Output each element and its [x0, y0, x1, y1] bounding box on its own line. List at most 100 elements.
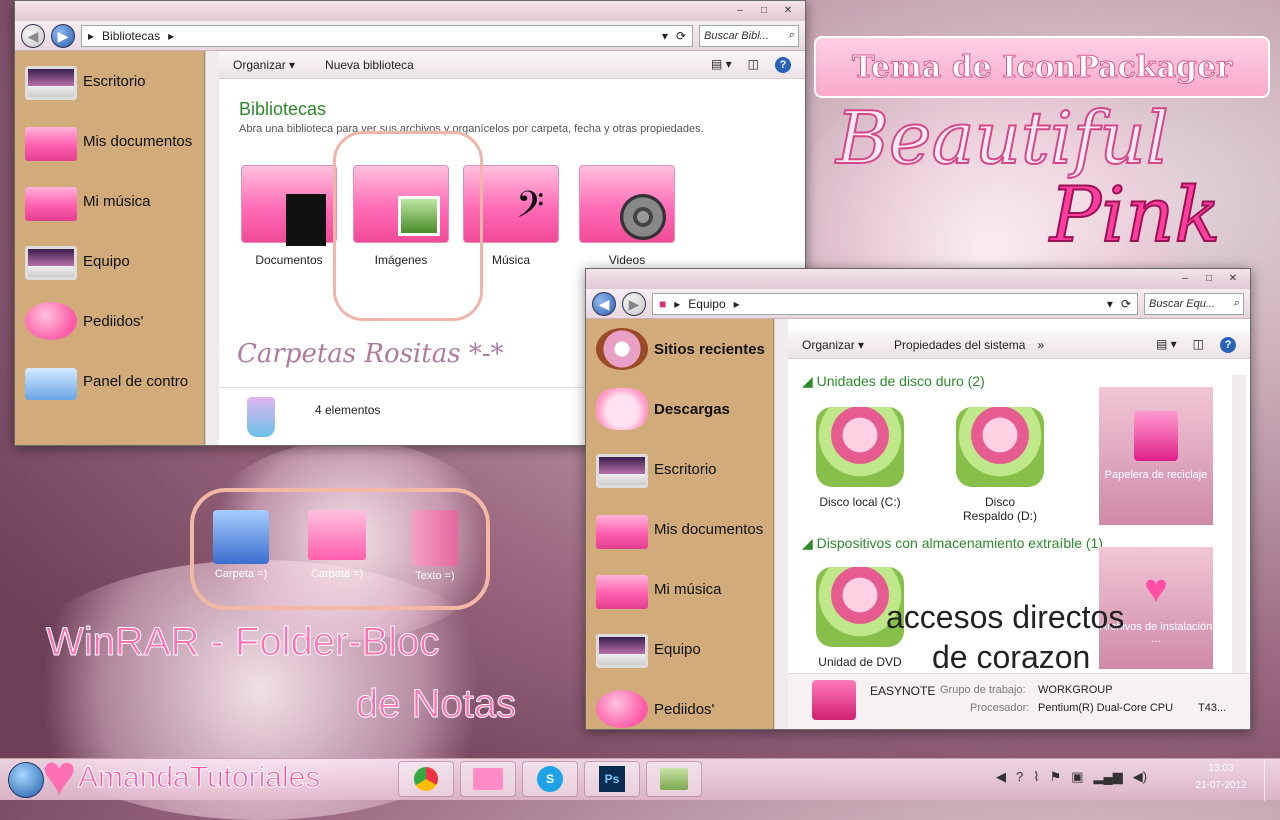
documents-folder-icon	[241, 165, 337, 246]
sidebar-item-musica[interactable]: Mi música	[15, 171, 204, 231]
close-button[interactable]: ✕	[1222, 272, 1244, 286]
drive-icon	[956, 407, 1044, 487]
status-bar: 4 elementos	[219, 387, 619, 445]
sidebar-item-equipo[interactable]: Equipo	[586, 619, 773, 679]
notas-caption: de Notas	[355, 682, 517, 727]
organize-button[interactable]: Organizar ▾	[802, 338, 864, 352]
monitor-icon	[25, 66, 77, 100]
winrar-caption: WinRAR - Folder-Bloc	[45, 620, 440, 665]
clock-time: 13:03	[1208, 763, 1234, 774]
refresh-icon[interactable]: ⟳	[1121, 297, 1131, 311]
workgroup-label: Grupo de trabajo:	[940, 684, 1026, 696]
sidebar-item-recientes[interactable]: Sitios recientes	[586, 319, 773, 379]
recycle-bin-icon	[1134, 411, 1178, 461]
power-icon[interactable]: ▣	[1071, 769, 1083, 785]
drive-d[interactable]: Disco Respaldo (D:)	[940, 407, 1060, 523]
taskbar-notes[interactable]	[646, 761, 702, 797]
volume-icon[interactable]: ◀)	[1133, 769, 1147, 785]
taskbar: ♥ AmandaTutoriales S Ps ◀ ? ⌇ ⚑ ▣ ▂▄▆ ◀)…	[0, 747, 1280, 805]
recycle-bin[interactable]: Papelera de reciclaje	[1099, 387, 1213, 525]
view-icon[interactable]: ▤ ▾	[711, 57, 732, 73]
show-desktop-button[interactable]	[1264, 759, 1280, 801]
new-library-button[interactable]: Nueva biblioteca	[325, 58, 414, 72]
desktop-icon-notes[interactable]: Texto =)	[402, 510, 468, 582]
sidebar-item-escritorio[interactable]: Escritorio	[586, 439, 773, 499]
heart-logo-icon: ♥	[42, 743, 77, 808]
sidebar-item-documentos[interactable]: Mis documentos	[586, 499, 773, 559]
back-button[interactable]: ◀	[21, 23, 45, 48]
minimize-button[interactable]: –	[729, 4, 751, 18]
computer-pink-icon	[812, 680, 856, 720]
sidebar-item-descargas[interactable]: Descargas	[586, 379, 773, 439]
item-count: 4 elementos	[315, 402, 381, 417]
sidebar-scrollbar[interactable]	[774, 319, 788, 729]
back-button[interactable]: ◀	[592, 291, 616, 316]
help-icon[interactable]: ?	[775, 56, 791, 73]
section-header-removable[interactable]: ◢ Dispositivos con almacenamiento extraí…	[802, 535, 1103, 552]
desktop-icon-folder[interactable]: Carpeta =)	[304, 510, 370, 580]
forward-button[interactable]: ▶	[622, 291, 646, 316]
signal-icon[interactable]: ▂▄▆	[1094, 769, 1123, 785]
breadcrumb[interactable]: Bibliotecas	[102, 29, 160, 43]
search-input[interactable]: Buscar Bibl... ⌕	[699, 24, 799, 47]
corazon-caption: de corazon	[932, 639, 1091, 675]
taskbar-photoshop[interactable]: Ps	[584, 761, 640, 797]
organize-button[interactable]: Organizar ▾	[233, 58, 295, 72]
network-activity-icon[interactable]: ⌇	[1033, 769, 1039, 785]
accesos-caption: accesos directos	[886, 599, 1125, 635]
folder-icon	[473, 768, 503, 790]
library-documentos[interactable]: Documentos	[241, 165, 337, 267]
drive-c[interactable]: Disco local (C:)	[800, 407, 920, 509]
donut-icon	[596, 328, 648, 370]
sidebar-scrollbar[interactable]	[205, 51, 219, 445]
maximize-button[interactable]: □	[1198, 272, 1220, 286]
sidebar: Escritorio Mis documentos Mi música Equi…	[15, 51, 205, 445]
system-properties-button[interactable]: Propiedades del sistema	[894, 338, 1025, 352]
desktop-icon-bag[interactable]: Carpeta =)	[208, 510, 274, 580]
view-icon[interactable]: ▤ ▾	[1156, 337, 1177, 353]
sidebar-item-equipo[interactable]: Equipo	[15, 231, 204, 291]
close-button[interactable]: ✕	[777, 4, 799, 18]
address-field[interactable]: ■ ▸ Equipo ▸ ▾ ⟳	[652, 292, 1138, 315]
preview-pane-icon[interactable]: ◫	[748, 57, 759, 73]
more-button[interactable]: »	[1037, 338, 1044, 352]
help-icon[interactable]: ?	[1016, 769, 1023, 785]
refresh-icon[interactable]: ⟳	[676, 29, 686, 43]
chevron-right-icon: ▸	[733, 296, 740, 311]
taskbar-chrome[interactable]	[398, 761, 454, 797]
address-field[interactable]: ▸ Bibliotecas ▸ ▾ ⟳	[81, 24, 693, 47]
action-center-flag-icon[interactable]: ⚑	[1050, 769, 1062, 785]
start-button[interactable]	[8, 761, 44, 798]
skype-icon: S	[537, 766, 563, 792]
sidebar-item-pedidos[interactable]: Pediidos'	[586, 679, 773, 729]
sidebar-item-escritorio[interactable]: Escritorio	[15, 51, 204, 111]
chevron-right-icon: ▸	[88, 28, 95, 43]
taskbar-skype[interactable]: S	[522, 761, 578, 797]
sidebar-item-panel[interactable]: Panel de contro	[15, 351, 204, 411]
chevron-right-icon: ▸	[168, 28, 175, 43]
preview-pane-icon[interactable]: ◫	[1193, 337, 1204, 353]
bag-icon	[213, 510, 269, 564]
folder-icon	[308, 510, 366, 560]
clock[interactable]: 13:03 21-07-2012	[1186, 763, 1256, 791]
breadcrumb[interactable]: Equipo	[688, 297, 725, 311]
chevron-down-icon[interactable]: ▾	[1107, 297, 1113, 311]
library-videos[interactable]: Videos	[579, 165, 675, 267]
address-bar: ◀ ▶ ▸ Bibliotecas ▸ ▾ ⟳ Buscar Bibl... ⌕	[15, 21, 805, 51]
sidebar-item-pedidos[interactable]: Pediidos'	[15, 291, 204, 351]
content-scrollbar[interactable]	[1232, 375, 1246, 675]
help-icon[interactable]: ?	[1220, 336, 1236, 353]
maximize-button[interactable]: □	[753, 4, 775, 18]
sidebar-item-musica[interactable]: Mi música	[586, 559, 773, 619]
chevron-down-icon[interactable]: ▾	[662, 29, 668, 43]
minimize-button[interactable]: –	[1174, 272, 1196, 286]
section-header-hdd[interactable]: ◢ Unidades de disco duro (2)	[802, 373, 985, 390]
search-input[interactable]: Buscar Equ... ⌕	[1144, 292, 1244, 315]
forward-button[interactable]: ▶	[51, 23, 75, 48]
computer-name: EASYNOTE	[870, 684, 936, 698]
show-hidden-icons-icon[interactable]: ◀	[996, 769, 1006, 785]
taskbar-explorer[interactable]	[460, 761, 516, 797]
sidebar-item-documentos[interactable]: Mis documentos	[15, 111, 204, 171]
cloud-icon	[596, 388, 648, 430]
chevron-right-icon: ▸	[674, 296, 681, 311]
